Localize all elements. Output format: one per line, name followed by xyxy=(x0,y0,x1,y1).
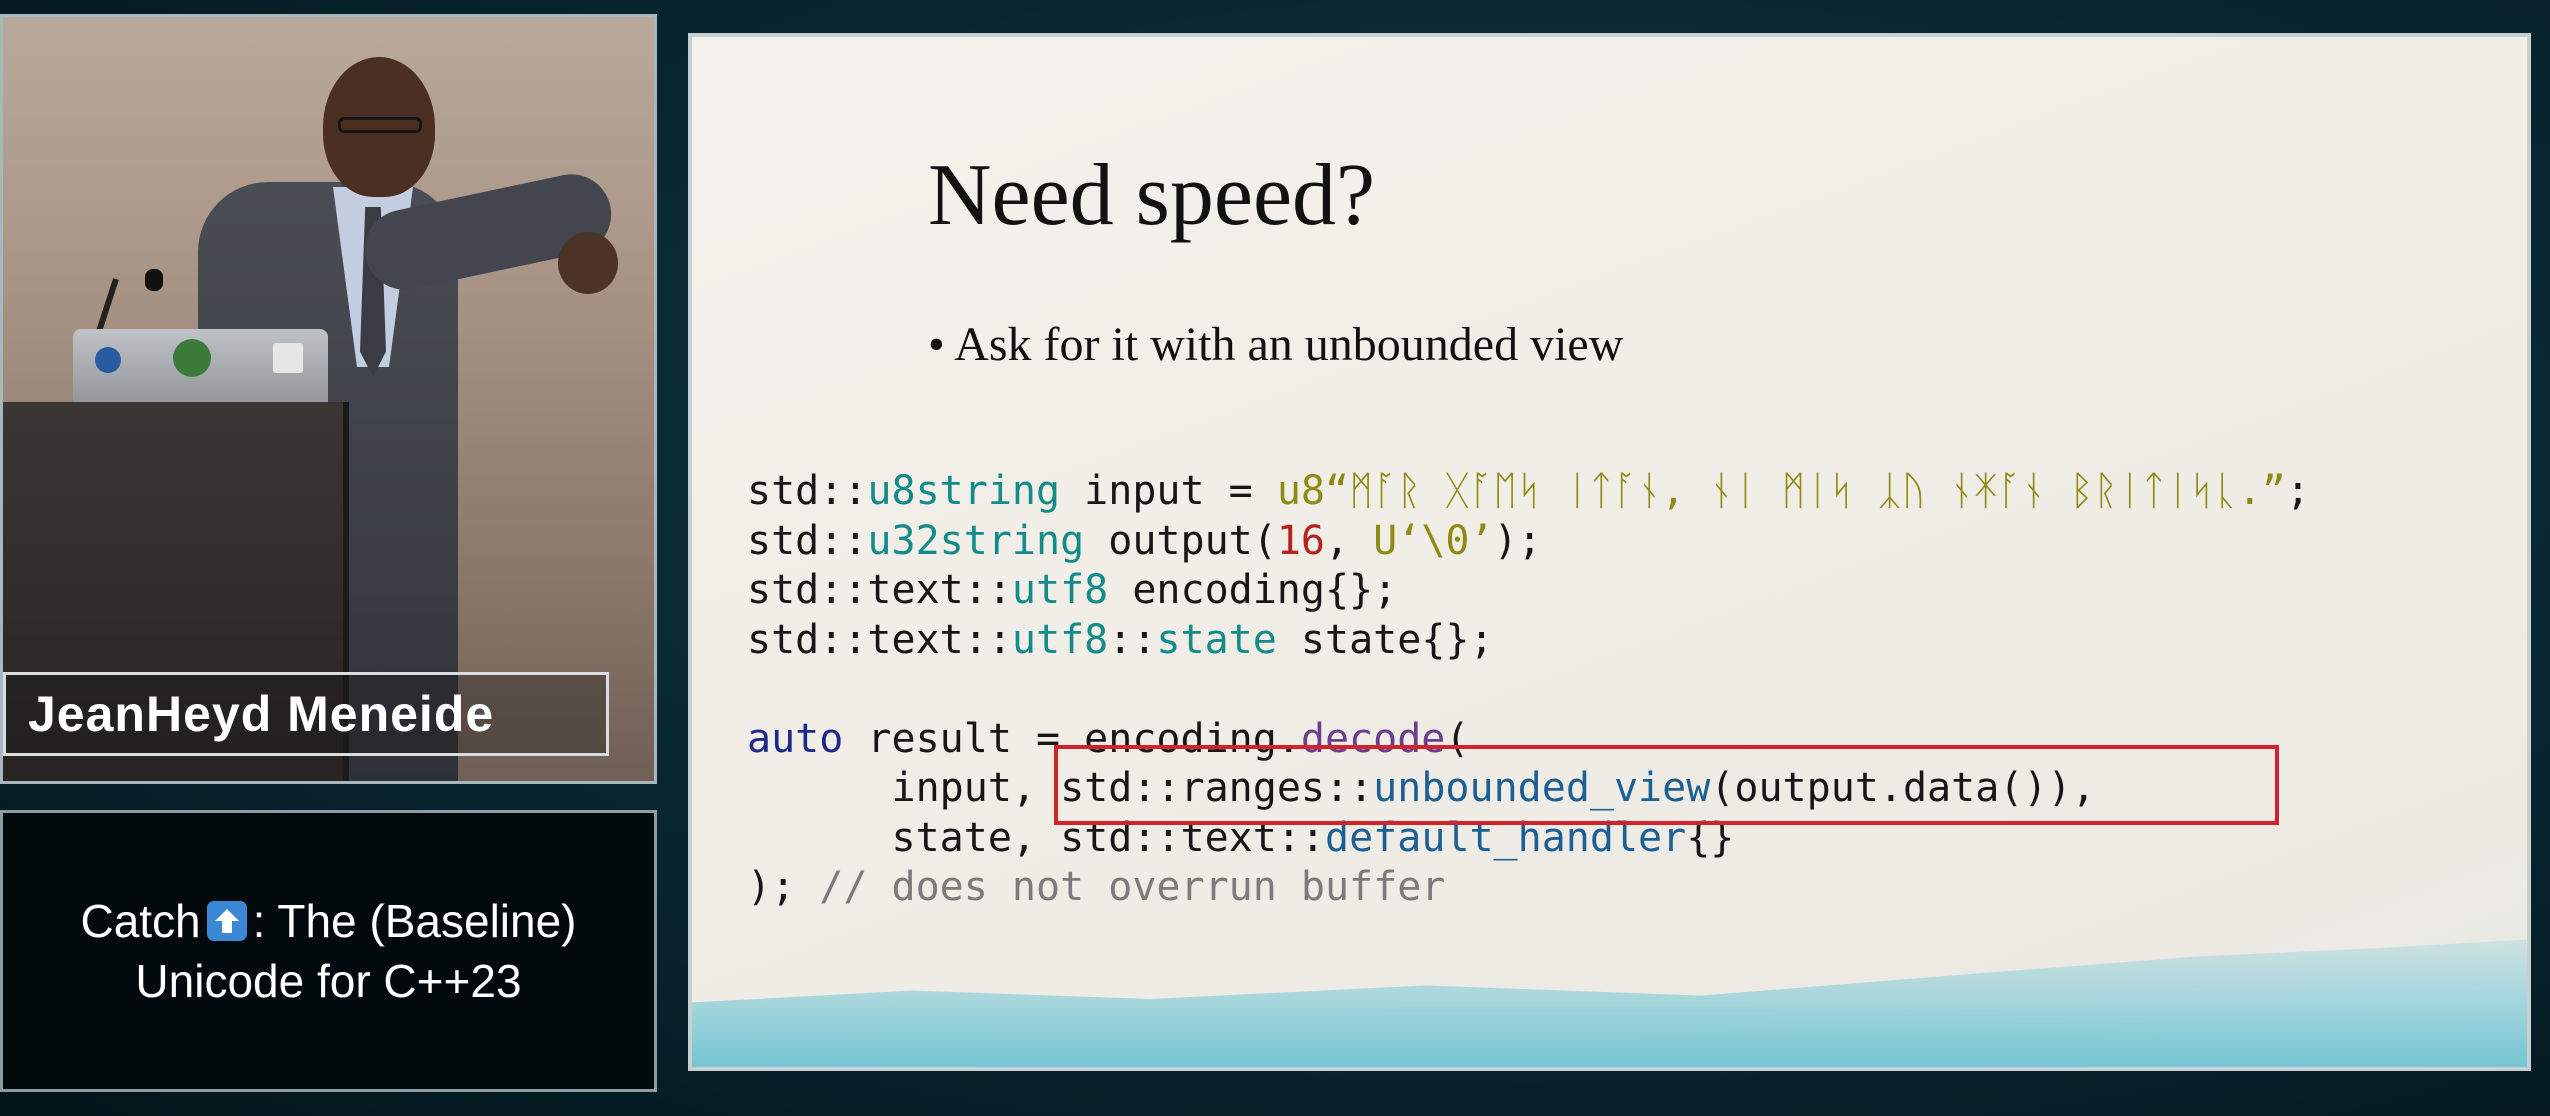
laptop-sticker xyxy=(173,339,211,377)
talk-title-part: : The (Baseline) xyxy=(252,895,577,947)
presentation-slide: Need speed? • Ask for it with an unbound… xyxy=(688,33,2531,1071)
laptop-sticker xyxy=(273,343,303,373)
code-line-9: ); // does not overrun buffer xyxy=(747,864,1446,910)
microphone xyxy=(145,269,163,291)
glasses xyxy=(338,117,422,133)
slide-bullet: • Ask for it with an unbounded view xyxy=(928,318,1624,371)
talk-title-line-2: Unicode for C++23 xyxy=(135,955,522,1007)
speaker-video: JeanHeyd Meneide xyxy=(0,14,657,784)
talk-title-line-1: Catch : The (Baseline) xyxy=(80,891,576,951)
code-line-3: std::text::utf8 encoding{}; xyxy=(747,567,1398,613)
talk-title-panel: Catch : The (Baseline) Unicode for C++23 xyxy=(0,810,657,1092)
speaker-name: JeanHeyd Meneide xyxy=(3,672,609,756)
talk-title-part: Catch xyxy=(80,895,201,947)
laptop xyxy=(73,329,328,411)
code-block: std::u8string input = u8“ᛗᚪᚱ ᚷᚪᛖᛋ ᛁᛏᚪᚾ, … xyxy=(747,467,2310,913)
slide-title: Need speed? xyxy=(928,147,1376,244)
code-line-2: std::u32string output(16, U‘\0’); xyxy=(747,517,1542,564)
code-line-4: std::text::utf8::state state{}; xyxy=(747,616,1494,663)
code-line-1: std::u8string input = u8“ᛗᚪᚱ ᚷᚪᛖᛋ ᛁᛏᚪᚾ, … xyxy=(747,468,2310,514)
up-arrow-icon xyxy=(206,901,247,941)
speaker-hand xyxy=(558,232,618,294)
wave-decoration xyxy=(692,939,2527,1067)
laptop-sticker xyxy=(95,347,121,373)
code-highlight-box xyxy=(1054,745,2279,825)
